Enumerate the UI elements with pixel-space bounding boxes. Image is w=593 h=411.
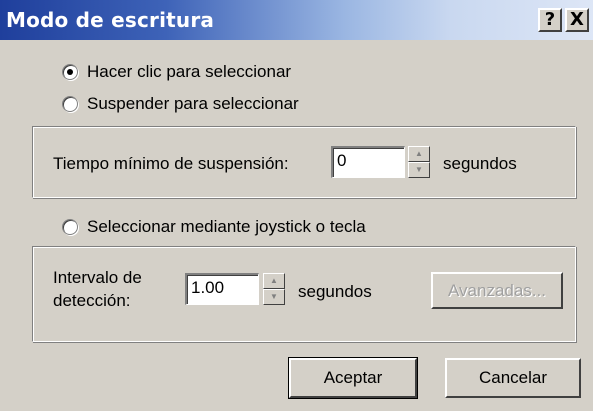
scan-interval-label-line2: detección: (53, 291, 131, 310)
radio-joystick-or-key[interactable]: Seleccionar mediante joystick o tecla (62, 217, 366, 237)
scan-interval-units: segundos (298, 282, 372, 301)
hover-time-spinner: ▲ ▼ (408, 146, 430, 178)
hover-time-up-button[interactable]: ▲ (408, 146, 430, 162)
radio-button-click[interactable] (62, 64, 78, 80)
radio-joystick-label: Seleccionar mediante joystick o tecla (87, 217, 366, 236)
radio-button-hover[interactable] (62, 96, 78, 112)
close-button[interactable]: X (565, 8, 589, 32)
close-icon: X (570, 9, 584, 30)
advanced-button[interactable]: Avanzadas... (431, 272, 563, 309)
scan-interval-spinner: ▲ ▼ (263, 273, 285, 305)
radio-hover-to-select[interactable]: Suspender para seleccionar (62, 94, 299, 114)
spin-down-icon: ▼ (270, 292, 278, 301)
scan-interval-up-button[interactable]: ▲ (263, 273, 285, 289)
spin-up-icon: ▲ (415, 149, 423, 158)
hover-time-down-button[interactable]: ▼ (408, 162, 430, 178)
radio-click-to-select[interactable]: Hacer clic para seleccionar (62, 62, 291, 82)
spin-up-icon: ▲ (270, 276, 278, 285)
cancel-button[interactable]: Cancelar (445, 358, 581, 398)
radio-hover-label: Suspender para seleccionar (87, 94, 299, 113)
scan-interval-label-line1: Intervalo de (53, 268, 142, 287)
help-button[interactable]: ? (538, 8, 562, 32)
title-bar: Modo de escritura ? X (0, 0, 593, 40)
ok-button[interactable]: Aceptar (288, 357, 418, 399)
help-icon: ? (544, 9, 556, 30)
scan-interval-input[interactable]: 1.00 (185, 273, 259, 305)
scan-interval-down-button[interactable]: ▼ (263, 289, 285, 305)
radio-button-joystick[interactable] (62, 219, 78, 235)
radio-click-label: Hacer clic para seleccionar (87, 62, 292, 81)
hover-time-label: Tiempo mínimo de suspensión: (53, 154, 289, 173)
hover-time-units: segundos (443, 154, 517, 173)
hover-time-input[interactable]: 0 (331, 146, 405, 178)
spin-down-icon: ▼ (415, 165, 423, 174)
window-title: Modo de escritura (6, 8, 215, 32)
